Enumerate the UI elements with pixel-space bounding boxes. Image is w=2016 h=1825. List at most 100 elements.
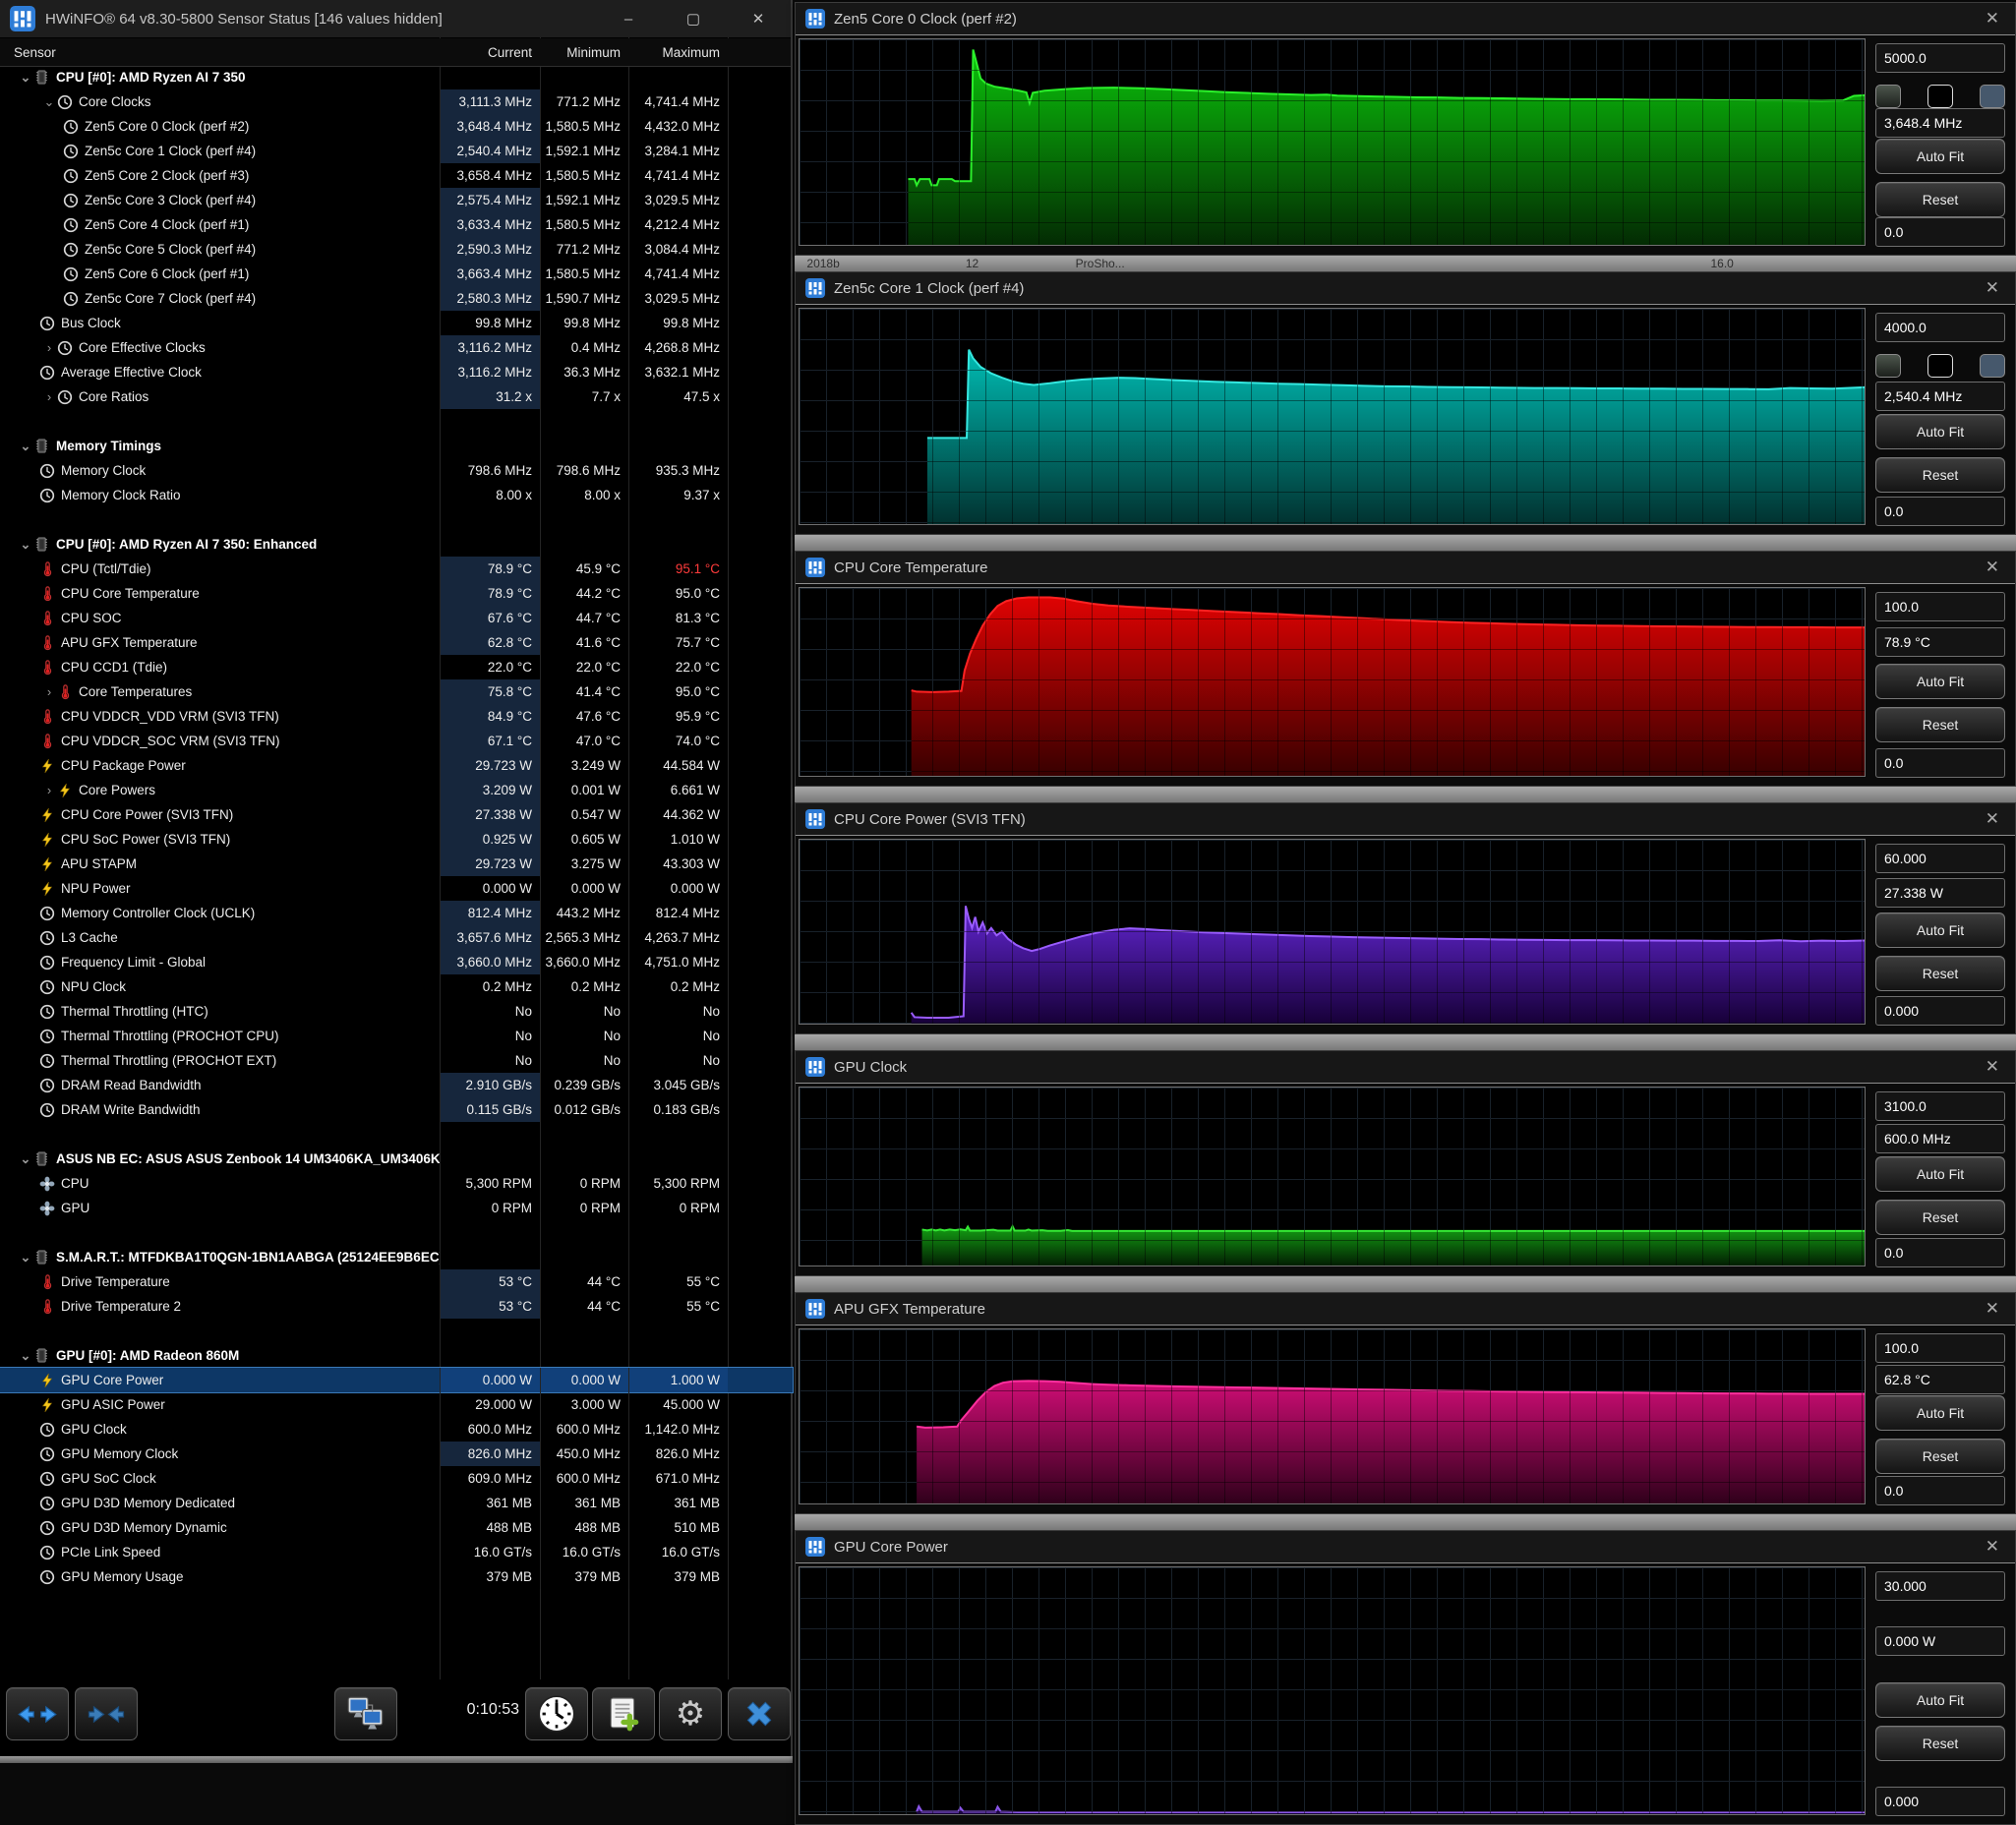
- column-header-current[interactable]: Current: [440, 45, 540, 60]
- report-button[interactable]: [592, 1687, 655, 1740]
- sensor-row[interactable]: CPU CCD1 (Tdie)22.0 °C22.0 °C22.0 °C: [0, 655, 793, 679]
- collapse-expander-icon[interactable]: ⌄: [18, 1151, 33, 1167]
- collapse-all-button[interactable]: [75, 1687, 138, 1740]
- column-header-maximum[interactable]: Maximum: [628, 45, 728, 60]
- reset-button[interactable]: Reset: [1875, 457, 2005, 493]
- sensor-row[interactable]: GPU Memory Usage379 MB379 MB379 MB: [0, 1564, 793, 1589]
- graph-title-bar[interactable]: APU GFX Temperature✕: [796, 1293, 2015, 1325]
- sensor-row[interactable]: Zen5 Core 6 Clock (perf #1)3,663.4 MHz1,…: [0, 262, 793, 286]
- sensor-row[interactable]: CPU Core Temperature78.9 °C44.2 °C95.0 °…: [0, 581, 793, 606]
- settings-button[interactable]: ⚙: [659, 1687, 722, 1740]
- sensor-row[interactable]: Thermal Throttling (PROCHOT EXT)NoNoNo: [0, 1048, 793, 1073]
- graph-plot-area[interactable]: [799, 308, 1866, 525]
- graph-plot-area[interactable]: [799, 1566, 1866, 1815]
- sensor-row[interactable]: Zen5c Core 3 Clock (perf #4)2,575.4 MHz1…: [0, 188, 793, 212]
- sensor-row[interactable]: CPU (Tctl/Tdie)78.9 °C45.9 °C95.1 °C: [0, 557, 793, 581]
- expand-all-button[interactable]: [6, 1687, 69, 1740]
- collapse-expander-icon[interactable]: ⌄: [18, 537, 33, 553]
- sensor-row[interactable]: GPU0 RPM0 RPM0 RPM: [0, 1196, 793, 1220]
- sensor-row[interactable]: Frequency Limit - Global3,660.0 MHz3,660…: [0, 950, 793, 974]
- close-sensors-button[interactable]: [728, 1687, 791, 1740]
- graph-plot-area[interactable]: [799, 839, 1866, 1025]
- remote-monitoring-button[interactable]: [334, 1687, 397, 1740]
- sensor-row[interactable]: ›Core Ratios31.2 x7.7 x47.5 x: [0, 384, 793, 409]
- auto-fit-button[interactable]: Auto Fit: [1875, 1682, 2005, 1718]
- auto-fit-button[interactable]: Auto Fit: [1875, 1395, 2005, 1431]
- sensor-row[interactable]: Thermal Throttling (PROCHOT CPU)NoNoNo: [0, 1024, 793, 1048]
- graph-title-bar[interactable]: Zen5c Core 1 Clock (perf #4)✕: [796, 272, 2015, 304]
- maximize-button[interactable]: ▢: [661, 0, 726, 37]
- sensor-row[interactable]: Zen5c Core 5 Clock (perf #4)2,590.3 MHz7…: [0, 237, 793, 262]
- column-header-sensor[interactable]: Sensor: [0, 45, 440, 60]
- graph-title-bar[interactable]: Zen5 Core 0 Clock (perf #2)✕: [796, 3, 2015, 34]
- collapse-expander-icon[interactable]: ⌄: [41, 94, 57, 110]
- reset-button[interactable]: Reset: [1875, 1439, 2005, 1474]
- sensor-row[interactable]: Average Effective Clock3,116.2 MHz36.3 M…: [0, 360, 793, 384]
- sensor-row[interactable]: CPU Core Power (SVI3 TFN)27.338 W0.547 W…: [0, 802, 793, 827]
- sensor-row[interactable]: CPU VDDCR_VDD VRM (SVI3 TFN)84.9 °C47.6 …: [0, 704, 793, 729]
- auto-fit-button[interactable]: Auto Fit: [1875, 664, 2005, 699]
- sensor-row[interactable]: GPU ASIC Power29.000 W3.000 W45.000 W: [0, 1392, 793, 1417]
- graph-title-bar[interactable]: GPU Clock✕: [796, 1051, 2015, 1083]
- bg-style-plain-button[interactable]: [1927, 85, 1953, 108]
- section-row[interactable]: ⌄S.M.A.R.T.: MTFDKBA1T0QGN-1BN1AABGA (25…: [0, 1245, 793, 1269]
- sensor-row[interactable]: Memory Controller Clock (UCLK)812.4 MHz4…: [0, 901, 793, 925]
- sensor-row[interactable]: GPU D3D Memory Dynamic488 MB488 MB510 MB: [0, 1515, 793, 1540]
- close-icon[interactable]: ✕: [1980, 558, 2005, 577]
- collapse-expander-icon[interactable]: ⌄: [18, 1348, 33, 1364]
- sensor-row[interactable]: CPU VDDCR_SOC VRM (SVI3 TFN)67.1 °C47.0 …: [0, 729, 793, 753]
- logging-timer-button[interactable]: [525, 1687, 588, 1740]
- graph-title-bar[interactable]: CPU Core Power (SVI3 TFN)✕: [796, 803, 2015, 835]
- graph-plot-area[interactable]: [799, 1328, 1866, 1504]
- sensor-row[interactable]: CPU SoC Power (SVI3 TFN)0.925 W0.605 W1.…: [0, 827, 793, 852]
- sensor-row[interactable]: CPU SOC67.6 °C44.7 °C81.3 °C: [0, 606, 793, 630]
- sensor-row[interactable]: CPU Package Power29.723 W3.249 W44.584 W: [0, 753, 793, 778]
- expand-expander-icon[interactable]: ›: [41, 783, 57, 797]
- sensor-row[interactable]: Memory Clock Ratio8.00 x8.00 x9.37 x: [0, 483, 793, 507]
- auto-fit-button[interactable]: Auto Fit: [1875, 912, 2005, 948]
- sensor-row[interactable]: PCIe Link Speed16.0 GT/s16.0 GT/s16.0 GT…: [0, 1540, 793, 1564]
- sensor-row[interactable]: Zen5 Core 0 Clock (perf #2)3,648.4 MHz1,…: [0, 114, 793, 139]
- reset-button[interactable]: Reset: [1875, 956, 2005, 991]
- expand-expander-icon[interactable]: ›: [41, 684, 57, 699]
- sensor-row[interactable]: GPU Core Power0.000 W0.000 W1.000 W: [0, 1368, 793, 1392]
- graph-plot-area[interactable]: [799, 38, 1866, 246]
- sensor-row[interactable]: Zen5c Core 7 Clock (perf #4)2,580.3 MHz1…: [0, 286, 793, 311]
- sensor-row[interactable]: Zen5 Core 4 Clock (perf #1)3,633.4 MHz1,…: [0, 212, 793, 237]
- bg-style-solid-button[interactable]: [1980, 354, 2005, 378]
- close-icon[interactable]: ✕: [1980, 809, 2005, 829]
- bg-style-gradient-button[interactable]: [1875, 85, 1901, 108]
- sensor-row[interactable]: Thermal Throttling (HTC)NoNoNo: [0, 999, 793, 1024]
- sensor-row[interactable]: DRAM Read Bandwidth2.910 GB/s0.239 GB/s3…: [0, 1073, 793, 1097]
- reset-button[interactable]: Reset: [1875, 1200, 2005, 1235]
- collapse-expander-icon[interactable]: ⌄: [18, 1250, 33, 1266]
- graph-plot-area[interactable]: [799, 1087, 1866, 1266]
- sensor-row[interactable]: GPU Clock600.0 MHz600.0 MHz1,142.0 MHz: [0, 1417, 793, 1442]
- section-row[interactable]: ⌄Memory Timings: [0, 434, 793, 458]
- sensor-row[interactable]: ⌄Core Clocks3,111.3 MHz771.2 MHz4,741.4 …: [0, 89, 793, 114]
- graph-title-bar[interactable]: GPU Core Power✕: [796, 1531, 2015, 1562]
- auto-fit-button[interactable]: Auto Fit: [1875, 1156, 2005, 1192]
- sensor-row[interactable]: L3 Cache3,657.6 MHz2,565.3 MHz4,263.7 MH…: [0, 925, 793, 950]
- sensor-row[interactable]: APU STAPM29.723 W3.275 W43.303 W: [0, 852, 793, 876]
- collapse-expander-icon[interactable]: ⌄: [18, 70, 33, 86]
- minimize-button[interactable]: –: [596, 0, 661, 37]
- graph-title-bar[interactable]: CPU Core Temperature✕: [796, 552, 2015, 583]
- bg-style-gradient-button[interactable]: [1875, 354, 1901, 378]
- sensor-row[interactable]: GPU SoC Clock609.0 MHz600.0 MHz671.0 MHz: [0, 1466, 793, 1491]
- bg-style-plain-button[interactable]: [1927, 354, 1953, 378]
- sensor-row[interactable]: Memory Clock798.6 MHz798.6 MHz935.3 MHz: [0, 458, 793, 483]
- column-header-minimum[interactable]: Minimum: [540, 45, 628, 60]
- sensor-row[interactable]: CPU5,300 RPM0 RPM5,300 RPM: [0, 1171, 793, 1196]
- sensor-row[interactable]: ›Core Temperatures75.8 °C41.4 °C95.0 °C: [0, 679, 793, 704]
- expand-expander-icon[interactable]: ›: [41, 389, 57, 404]
- sensor-row[interactable]: APU GFX Temperature62.8 °C41.6 °C75.7 °C: [0, 630, 793, 655]
- sensor-row[interactable]: Zen5c Core 1 Clock (perf #4)2,540.4 MHz1…: [0, 139, 793, 163]
- close-icon[interactable]: ✕: [1980, 1057, 2005, 1077]
- graph-plot-area[interactable]: [799, 587, 1866, 777]
- close-icon[interactable]: ✕: [1980, 1537, 2005, 1557]
- section-row[interactable]: ⌄CPU [#0]: AMD Ryzen AI 7 350: Enhanced: [0, 532, 793, 557]
- close-icon[interactable]: ✕: [1980, 9, 2005, 29]
- auto-fit-button[interactable]: Auto Fit: [1875, 139, 2005, 174]
- sensor-row[interactable]: GPU Memory Clock826.0 MHz450.0 MHz826.0 …: [0, 1442, 793, 1466]
